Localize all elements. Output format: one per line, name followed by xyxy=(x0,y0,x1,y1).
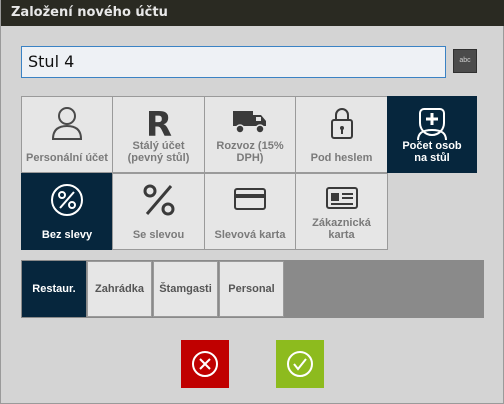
tile-label: Rozvoz (15% DPH) xyxy=(216,140,284,164)
letter-r-icon: R xyxy=(145,105,171,141)
tab-personal[interactable]: Personal xyxy=(219,261,284,317)
tile-permanent-account[interactable]: R Stálý účet (pevný stůl) xyxy=(112,96,205,173)
close-circle-icon xyxy=(192,351,218,377)
dialog-window: Založení nového účtu Stul 4 abc Personál… xyxy=(0,0,504,404)
truck-icon xyxy=(233,111,266,134)
tab-zahradka[interactable]: Zahrádka xyxy=(87,261,152,317)
title-bar: Založení nového účtu xyxy=(1,0,504,26)
keyboard-icon[interactable]: abc xyxy=(453,49,477,73)
person-icon xyxy=(51,107,83,140)
tile-label: Zákaznická karta xyxy=(312,217,371,241)
tile-customer-card[interactable]: Zákaznická karta xyxy=(295,173,388,250)
account-name-value: Stul 4 xyxy=(28,52,75,71)
lock-icon xyxy=(330,108,353,139)
tile-label: Stálý účet (pevný stůl) xyxy=(127,140,190,164)
tile-label: Počet osob na stůl xyxy=(402,140,462,164)
tile-label: Se slevou xyxy=(132,229,185,241)
tile-personal-account[interactable]: Personální účet xyxy=(21,96,113,173)
tile-persons-per-table[interactable]: Počet osob na stůl xyxy=(387,96,477,173)
tile-label: Pod heslem xyxy=(310,152,373,164)
card-icon xyxy=(234,188,266,210)
svg-text:R: R xyxy=(145,105,171,141)
tile-delivery[interactable]: Rozvoz (15% DPH) xyxy=(204,96,296,173)
tile-label: Personální účet xyxy=(26,152,108,164)
tile-no-discount[interactable]: Bez slevy xyxy=(21,173,113,250)
tile-label: Slevová karta xyxy=(214,229,286,241)
tile-with-discount[interactable]: Se slevou xyxy=(112,173,205,250)
percent-circle-icon xyxy=(51,184,83,216)
id-card-icon xyxy=(325,187,358,209)
tile-discount-card[interactable]: Slevová karta xyxy=(204,173,296,250)
person-add-icon xyxy=(417,108,447,141)
check-circle-icon xyxy=(287,351,313,377)
tile-password[interactable]: Pod heslem xyxy=(295,96,388,173)
cancel-button[interactable] xyxy=(181,340,229,388)
account-name-input[interactable]: Stul 4 xyxy=(21,46,446,78)
tab-restaur[interactable]: Restaur. xyxy=(22,261,86,317)
ok-button[interactable] xyxy=(276,340,324,388)
tab-stamgasti[interactable]: Štamgasti xyxy=(153,261,218,317)
percent-icon xyxy=(143,184,174,216)
tab-bar: Restaur. Zahrádka Štamgasti Personal xyxy=(21,260,484,318)
tile-label: Bez slevy xyxy=(41,229,93,241)
window-title: Založení nového účtu xyxy=(11,5,168,20)
